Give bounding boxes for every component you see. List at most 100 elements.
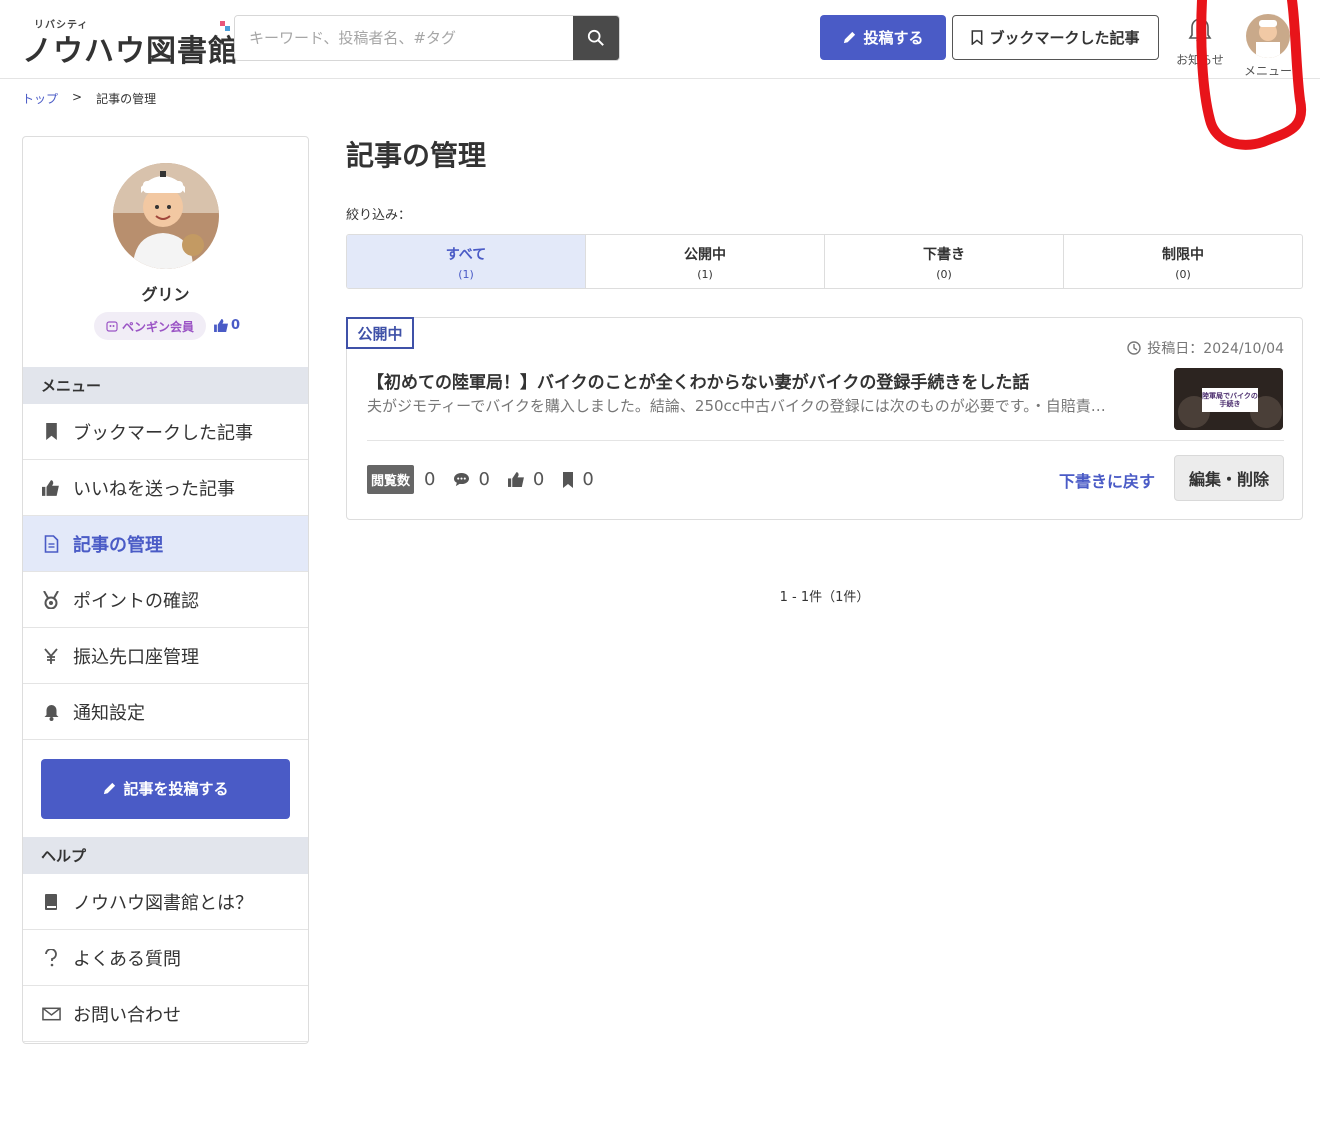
profile-likes: 0 bbox=[214, 318, 240, 333]
notifications-label: お知らせ bbox=[1176, 53, 1224, 67]
thumbs-up-icon bbox=[214, 319, 228, 332]
bookmarked-articles-label: ブックマークした記事 bbox=[989, 29, 1140, 47]
bookmarked-articles-button[interactable]: ブックマークした記事 bbox=[952, 15, 1159, 60]
sidebar-item-label: 記事の管理 bbox=[73, 534, 163, 556]
post-date: 投稿日：2024/10/04 bbox=[1127, 338, 1284, 358]
tab-count: (1) bbox=[458, 268, 474, 281]
document-icon bbox=[41, 534, 61, 554]
sidebar-post-area: 記事を投稿する bbox=[23, 740, 308, 837]
sidebar-item-liked[interactable]: いいねを送った記事 bbox=[23, 460, 308, 516]
bell-icon bbox=[41, 702, 61, 722]
bookmark-icon bbox=[972, 30, 983, 45]
sidebar-item-label: お問い合わせ bbox=[73, 1004, 181, 1026]
tab-restricted[interactable]: 制限中 (0) bbox=[1064, 235, 1302, 288]
question-icon bbox=[41, 948, 61, 968]
member-rank-label: ペンギン会員 bbox=[122, 319, 195, 334]
site-header: リバシティ ノウハウ図書館 投稿する ブックマークした記事 お知らせ bbox=[0, 0, 1320, 79]
sidebar-item-label: よくある質問 bbox=[73, 948, 181, 970]
post-article-label: 記事を投稿する bbox=[123, 780, 229, 798]
post-date-text: 投稿日：2024/10/04 bbox=[1147, 341, 1284, 357]
sidebar-item-bank-account[interactable]: 振込先口座管理 bbox=[23, 628, 308, 684]
sidebar-item-contact[interactable]: お問い合わせ bbox=[23, 986, 308, 1042]
profile-likes-count: 0 bbox=[231, 318, 241, 333]
tab-all[interactable]: すべて (1) bbox=[347, 235, 586, 288]
sidebar-item-label: ブックマークした記事 bbox=[73, 422, 253, 444]
search-box bbox=[234, 15, 620, 61]
status-badge: 公開中 bbox=[346, 317, 414, 349]
sidebar: グリン ペンギン会員 0 メニュー ブックマークした記事 いいねを送った記事 記… bbox=[22, 136, 309, 1044]
article-title-link[interactable]: 【初めての陸軍局！】バイクのことが全くわからない妻がバイクの登録手続きをした話 bbox=[367, 368, 1157, 393]
profile-card: グリン ペンギン会員 0 bbox=[23, 137, 308, 367]
thumbs-up-icon bbox=[507, 472, 524, 487]
views-count: 0 bbox=[424, 469, 435, 490]
edit-delete-button[interactable]: 編集・削除 bbox=[1174, 455, 1284, 501]
tab-count: (0) bbox=[1175, 268, 1191, 281]
avatar bbox=[1246, 14, 1290, 58]
tab-label: 公開中 bbox=[684, 247, 726, 263]
yen-icon bbox=[41, 646, 61, 666]
tab-label: すべて bbox=[445, 247, 487, 263]
breadcrumb-separator: > bbox=[72, 90, 83, 104]
profile-avatar bbox=[113, 163, 219, 269]
sidebar-item-label: ノウハウ図書館とは？ bbox=[73, 892, 253, 914]
sidebar-item-bookmarks[interactable]: ブックマークした記事 bbox=[23, 404, 308, 460]
site-logo[interactable]: リバシティ ノウハウ図書館 bbox=[22, 14, 238, 69]
tab-count: (1) bbox=[697, 268, 713, 281]
sidebar-item-notification-settings[interactable]: 通知設定 bbox=[23, 684, 308, 740]
mail-icon bbox=[41, 1004, 61, 1024]
bookmarks-value: 0 bbox=[582, 469, 594, 490]
tab-label: 下書き bbox=[923, 247, 965, 263]
sidebar-help-heading: ヘルプ bbox=[23, 837, 308, 874]
logo-color-mark bbox=[220, 21, 230, 31]
book-icon bbox=[41, 892, 61, 912]
filter-label: 絞り込み： bbox=[346, 208, 412, 223]
pagination-summary: 1 - 1件（1件） bbox=[779, 590, 870, 605]
comment-icon bbox=[454, 472, 470, 487]
sidebar-item-points[interactable]: ポイントの確認 bbox=[23, 572, 308, 628]
sidebar-item-label: ポイントの確認 bbox=[73, 590, 199, 612]
article-thumbnail[interactable]: 陸軍局でバイクの手続き bbox=[1174, 368, 1283, 430]
filter-tabs: すべて (1) 公開中 (1) 下書き (0) 制限中 (0) bbox=[346, 234, 1303, 289]
bookmarks-count: 0 bbox=[562, 469, 594, 490]
profile-name: グリン bbox=[141, 285, 190, 304]
bookmark-icon bbox=[563, 471, 574, 488]
notifications-button[interactable]: お知らせ bbox=[1170, 14, 1230, 68]
views-value: 0 bbox=[424, 469, 436, 490]
sidebar-item-label: いいねを送った記事 bbox=[73, 478, 235, 500]
clock-icon bbox=[1127, 341, 1141, 355]
breadcrumb-current: 記事の管理 bbox=[96, 92, 157, 106]
sidebar-item-manage-articles[interactable]: 記事の管理 bbox=[23, 516, 308, 572]
logo-name: ノウハウ図書館 bbox=[22, 34, 239, 69]
user-menu-button[interactable]: メニュー bbox=[1238, 14, 1298, 79]
penguin-icon bbox=[106, 321, 118, 332]
page-title: 記事の管理 bbox=[346, 139, 487, 172]
likes-count: 0 bbox=[507, 469, 545, 490]
search-input[interactable] bbox=[235, 16, 574, 60]
revert-to-draft-link[interactable]: 下書きに戻す bbox=[1059, 468, 1155, 492]
thumbs-up-icon bbox=[41, 478, 61, 498]
sidebar-item-label: 振込先口座管理 bbox=[73, 646, 199, 668]
medal-icon bbox=[41, 590, 61, 610]
thumbnail-caption: 陸軍局でバイクの手続き bbox=[1202, 388, 1258, 412]
search-icon bbox=[587, 29, 604, 46]
likes-value: 0 bbox=[532, 469, 545, 490]
tab-published[interactable]: 公開中 (1) bbox=[586, 235, 825, 288]
sidebar-item-about[interactable]: ノウハウ図書館とは？ bbox=[23, 874, 308, 930]
sidebar-item-label: 通知設定 bbox=[73, 702, 145, 724]
post-button[interactable]: 投稿する bbox=[820, 15, 946, 60]
tab-drafts[interactable]: 下書き (0) bbox=[825, 235, 1064, 288]
views-badge: 閲覧数 bbox=[367, 465, 415, 494]
bookmark-icon bbox=[41, 422, 61, 442]
bell-icon bbox=[1188, 18, 1212, 44]
article-excerpt: 夫がジモティーでバイクを購入しました。結論、250cc中古バイクの登録には次のも… bbox=[367, 397, 1106, 415]
post-article-button[interactable]: 記事を投稿する bbox=[41, 758, 290, 819]
tab-label: 制限中 bbox=[1162, 247, 1204, 263]
article-stats: 閲覧数 0 0 0 0 bbox=[367, 465, 602, 494]
member-rank-badge: ペンギン会員 bbox=[94, 312, 207, 340]
breadcrumb-home-link[interactable]: トップ bbox=[22, 90, 58, 107]
pencil-icon bbox=[104, 782, 116, 795]
comments-count: 0 bbox=[453, 469, 490, 490]
search-button[interactable] bbox=[573, 16, 619, 60]
sidebar-item-faq[interactable]: よくある質問 bbox=[23, 930, 308, 986]
tab-count: (0) bbox=[936, 268, 952, 281]
